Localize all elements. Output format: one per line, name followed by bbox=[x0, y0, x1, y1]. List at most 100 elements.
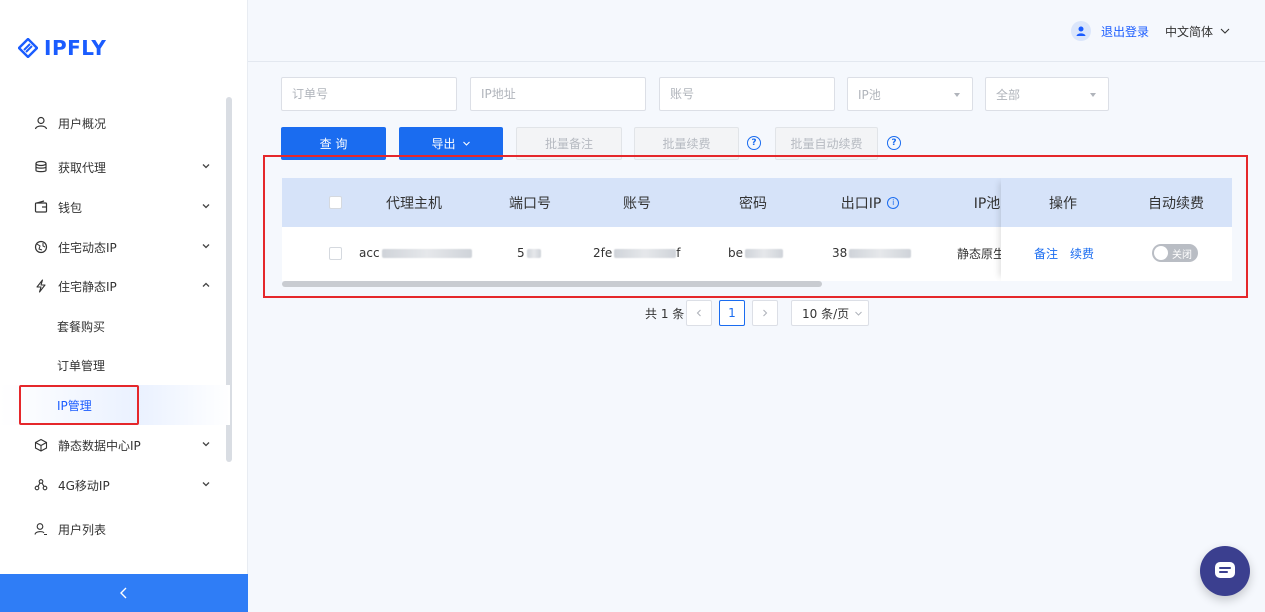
logo-icon bbox=[18, 38, 38, 58]
redacted-block bbox=[381, 248, 472, 258]
chevron-down-icon bbox=[462, 141, 470, 146]
sidebar-item-label: 住宅静态IP bbox=[58, 279, 117, 294]
chevron-down-icon bbox=[1220, 28, 1230, 34]
help-icon[interactable]: ? bbox=[887, 136, 901, 150]
account-input[interactable] bbox=[670, 78, 834, 110]
auto-renew-toggle[interactable]: 关闭 bbox=[1152, 244, 1198, 262]
logout-link[interactable]: 退出登录 bbox=[1101, 23, 1149, 40]
select-all-checkbox[interactable] bbox=[328, 178, 342, 227]
ip-address-field[interactable] bbox=[470, 77, 646, 111]
ip-table: 代理主机 端口号 账号 密码 出口IP i IP池 acc 5 2fe f be … bbox=[282, 178, 1232, 281]
batch-note-button[interactable]: 批量备注 bbox=[516, 127, 622, 160]
sidebar-item-label: 钱包 bbox=[58, 200, 83, 215]
sidebar-subitem-order-management[interactable]: 订单管理 bbox=[0, 345, 230, 385]
chevron-down-icon bbox=[202, 204, 210, 209]
renew-link[interactable]: 续费 bbox=[1070, 245, 1094, 262]
sidebar-collapse-button[interactable] bbox=[0, 574, 248, 612]
cell-host: acc bbox=[359, 227, 472, 279]
sidebar-item-label: 4G移动IP bbox=[58, 478, 110, 493]
help-icon[interactable]: ? bbox=[747, 136, 761, 150]
language-selector[interactable]: 中文简体 bbox=[1165, 23, 1231, 40]
batch-renew-button[interactable]: 批量续费 bbox=[634, 127, 739, 160]
sidebar-item-wallet[interactable]: 钱包 bbox=[0, 187, 230, 227]
cell-exit-ip-text: 38 bbox=[832, 246, 848, 260]
brand-name: IPFLY bbox=[44, 36, 107, 60]
redacted-block bbox=[614, 248, 677, 258]
avatar[interactable] bbox=[1070, 21, 1091, 41]
page-size-label: 10 条/页 bbox=[802, 306, 850, 321]
cell-account: 2fe f bbox=[593, 227, 680, 279]
logo[interactable]: IPFLY bbox=[18, 36, 106, 60]
database-icon bbox=[34, 160, 48, 174]
note-link[interactable]: 备注 bbox=[1034, 245, 1058, 262]
sidebar-item-residential-dynamic[interactable]: 住宅动态IP bbox=[0, 227, 230, 267]
table-horizontal-scrollbar[interactable] bbox=[282, 281, 822, 287]
user-avatar-icon bbox=[1076, 26, 1086, 36]
page-1-button[interactable]: 1 bbox=[719, 300, 745, 326]
user-list-icon bbox=[34, 522, 48, 536]
row-checkbox[interactable] bbox=[329, 227, 342, 279]
redacted-block bbox=[526, 248, 541, 258]
chevron-right-icon bbox=[763, 309, 768, 317]
sidebar-item-residential-static[interactable]: 住宅静态IP bbox=[0, 266, 230, 306]
chat-icon bbox=[1215, 562, 1235, 578]
order-number-field[interactable] bbox=[281, 77, 457, 111]
column-header-exit-ip-label: 出口IP bbox=[840, 195, 882, 212]
account-field[interactable] bbox=[659, 77, 835, 111]
export-button[interactable]: 导出 bbox=[399, 127, 503, 160]
sidebar-subitem-ip-management[interactable]: IP管理 bbox=[0, 385, 230, 425]
chevron-down-icon bbox=[202, 482, 210, 487]
dropdown-arrow-icon bbox=[1090, 93, 1096, 97]
cube-icon bbox=[34, 438, 48, 452]
status-select[interactable]: 全部 bbox=[985, 77, 1109, 111]
column-header-exit-ip: 出口IP i bbox=[830, 178, 910, 227]
next-page-button[interactable] bbox=[752, 300, 778, 326]
sidebar-item-user-list[interactable]: 用户列表 bbox=[0, 509, 230, 549]
lightning-icon bbox=[34, 279, 48, 293]
prev-page-button[interactable] bbox=[686, 300, 712, 326]
chevron-left-icon bbox=[120, 587, 127, 599]
cell-password: be bbox=[728, 227, 783, 279]
sidebar-item-static-datacenter[interactable]: 静态数据中心IP bbox=[0, 425, 230, 465]
sidebar-item-overview[interactable]: 用户概况 bbox=[0, 103, 230, 143]
column-header-actions: 操作 bbox=[1049, 195, 1077, 212]
checkbox-box bbox=[328, 196, 342, 209]
chat-button[interactable] bbox=[1200, 546, 1250, 596]
header-actions: 退出登录 中文简体 bbox=[1070, 21, 1231, 41]
top-header: 退出登录 中文简体 bbox=[248, 0, 1265, 62]
page-size-select[interactable]: 10 条/页 bbox=[791, 300, 869, 326]
sidebar-item-label: 用户列表 bbox=[58, 522, 107, 537]
batch-auto-renew-label: 批量自动续费 bbox=[790, 137, 863, 151]
column-header-password: 密码 bbox=[739, 195, 767, 212]
query-button[interactable]: 查 询 bbox=[281, 127, 386, 160]
ip-pool-select[interactable]: IP池 bbox=[847, 77, 973, 111]
chevron-down-icon bbox=[202, 244, 210, 249]
batch-auto-renew-button[interactable]: 批量自动续费 bbox=[775, 127, 878, 160]
chevron-down-icon bbox=[855, 311, 862, 316]
globe-icon bbox=[34, 240, 48, 254]
redacted-block bbox=[745, 248, 783, 258]
column-header-account: 账号 bbox=[623, 195, 651, 212]
sidebar-item-4g-mobile[interactable]: 4G移动IP bbox=[0, 465, 230, 505]
cell-exit-ip: 38 bbox=[832, 227, 912, 279]
sidebar-item-label: 获取代理 bbox=[58, 160, 107, 175]
cell-auto-renew: 关闭 bbox=[1152, 227, 1198, 279]
batch-note-label: 批量备注 bbox=[544, 137, 593, 151]
cell-ip-pool: 静态原生 bbox=[957, 246, 1006, 261]
info-icon[interactable]: i bbox=[887, 196, 900, 209]
sidebar-subitem-label: 套餐购买 bbox=[57, 319, 106, 334]
sidebar-item-label: 住宅动态IP bbox=[58, 240, 117, 255]
sidebar-subitem-label: 订单管理 bbox=[57, 358, 106, 373]
query-button-label: 查 询 bbox=[319, 137, 348, 151]
ip-pool-placeholder: IP池 bbox=[858, 87, 881, 102]
language-label: 中文简体 bbox=[1164, 24, 1213, 39]
chevron-down-icon bbox=[202, 442, 210, 447]
sidebar-item-get-proxy[interactable]: 获取代理 bbox=[0, 147, 230, 187]
sidebar-subitem-package-purchase[interactable]: 套餐购买 bbox=[0, 306, 230, 346]
ip-address-input[interactable] bbox=[481, 78, 645, 110]
order-number-input[interactable] bbox=[292, 78, 456, 110]
cell-account-text: 2fe bbox=[593, 246, 613, 260]
batch-renew-label: 批量续费 bbox=[662, 137, 711, 151]
chevron-left-icon bbox=[696, 309, 701, 317]
sidebar-item-label: 静态数据中心IP bbox=[58, 438, 141, 453]
